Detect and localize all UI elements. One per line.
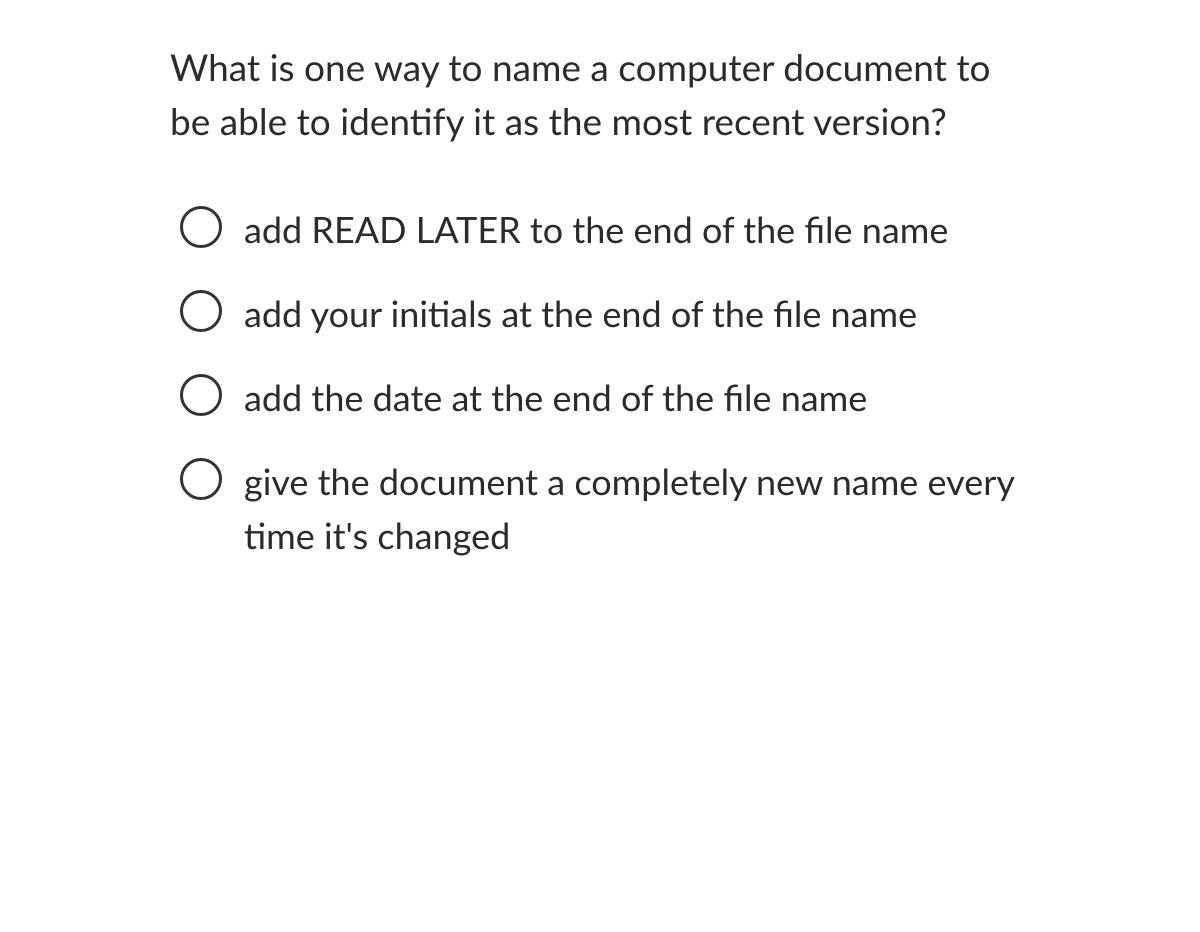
option-3-label: add the date at the end of the file name xyxy=(244,370,867,424)
options-list: add READ LATER to the end of the file na… xyxy=(170,202,1030,562)
radio-icon[interactable] xyxy=(180,290,222,332)
option-2-label: add your initials at the end of the file… xyxy=(244,286,917,340)
radio-icon[interactable] xyxy=(180,206,222,248)
radio-icon[interactable] xyxy=(180,458,222,500)
option-4-label: give the document a completely new name … xyxy=(244,454,1030,562)
option-4[interactable]: give the document a completely new name … xyxy=(180,454,1030,562)
option-1-label: add READ LATER to the end of the file na… xyxy=(244,202,948,256)
radio-icon[interactable] xyxy=(180,374,222,416)
question-prompt: What is one way to name a computer docum… xyxy=(170,40,1030,147)
option-1[interactable]: add READ LATER to the end of the file na… xyxy=(180,202,1030,256)
option-3[interactable]: add the date at the end of the file name xyxy=(180,370,1030,424)
option-2[interactable]: add your initials at the end of the file… xyxy=(180,286,1030,340)
question-block: What is one way to name a computer docum… xyxy=(170,40,1030,562)
